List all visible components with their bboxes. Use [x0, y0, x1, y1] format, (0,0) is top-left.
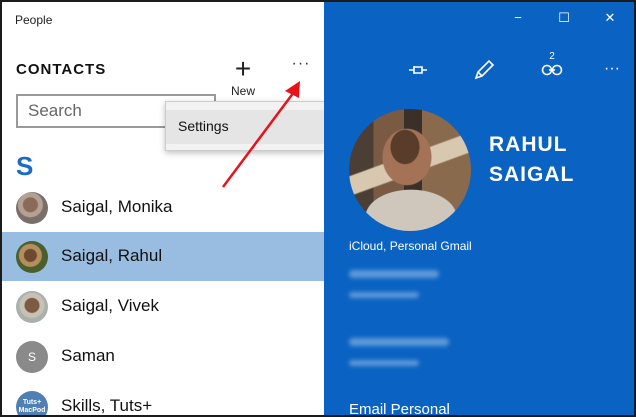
link-icon: [541, 64, 563, 76]
contact-name-heading: RAHUL SAIGAL: [489, 133, 575, 186]
app-window: People CONTACTS + New ··· Settings S Sai…: [0, 0, 636, 417]
contacts-heading: CONTACTS: [16, 61, 107, 78]
contact-row[interactable]: Tuts+ MacPod Skills, Tuts+: [2, 382, 324, 415]
avatar: S: [16, 341, 48, 373]
contact-row[interactable]: Saigal, Monika: [2, 183, 324, 232]
avatar: Tuts+ MacPod: [16, 391, 48, 415]
minimize-button[interactable]: −: [508, 10, 528, 30]
link-contacts-button[interactable]: 2: [540, 52, 564, 82]
new-label: New: [230, 84, 255, 98]
email-label: Email Personal: [349, 401, 450, 417]
contact-photo: [349, 109, 471, 231]
contact-name: Skills, Tuts+: [61, 396, 153, 415]
pin-icon[interactable]: [406, 58, 430, 82]
contact-name: Saigal, Vivek: [61, 296, 159, 315]
new-contact-button[interactable]: + New: [228, 53, 258, 99]
avatar: [16, 241, 48, 273]
contact-row[interactable]: S Saman: [2, 332, 324, 381]
contact-detail-pane: − ☐ ✕ 2 ··· RAHUL SAIGAL iCloud, Persona…: [324, 2, 634, 417]
plus-icon: +: [234, 53, 252, 84]
avatar: [16, 192, 48, 224]
more-options-icon[interactable]: ···: [600, 60, 624, 84]
contact-row[interactable]: Saigal, Vivek: [2, 282, 324, 331]
contacts-pane: People CONTACTS + New ··· Settings S Sai…: [2, 2, 325, 415]
maximize-button[interactable]: ☐: [554, 10, 574, 30]
contact-row-selected[interactable]: Saigal, Rahul: [2, 232, 324, 281]
contact-name: Saman: [61, 346, 115, 365]
link-count: 2: [549, 51, 555, 62]
menu-item-settings[interactable]: Settings: [166, 110, 324, 144]
contact-name: Saigal, Monika: [61, 197, 173, 216]
account-source: iCloud, Personal Gmail: [349, 239, 472, 253]
contact-name: Saigal, Rahul: [61, 246, 163, 265]
avatar: [16, 291, 48, 323]
more-options-menu: Settings: [165, 101, 325, 151]
blurred-text: [349, 270, 439, 278]
blurred-text: [349, 360, 419, 366]
close-button[interactable]: ✕: [600, 10, 620, 30]
blurred-text: [349, 338, 449, 346]
edit-icon[interactable]: [472, 58, 496, 82]
blurred-text: [349, 292, 419, 298]
more-options-button[interactable]: ···: [288, 55, 314, 75]
app-title: People: [15, 13, 53, 27]
group-letter-header[interactable]: S: [16, 151, 33, 182]
